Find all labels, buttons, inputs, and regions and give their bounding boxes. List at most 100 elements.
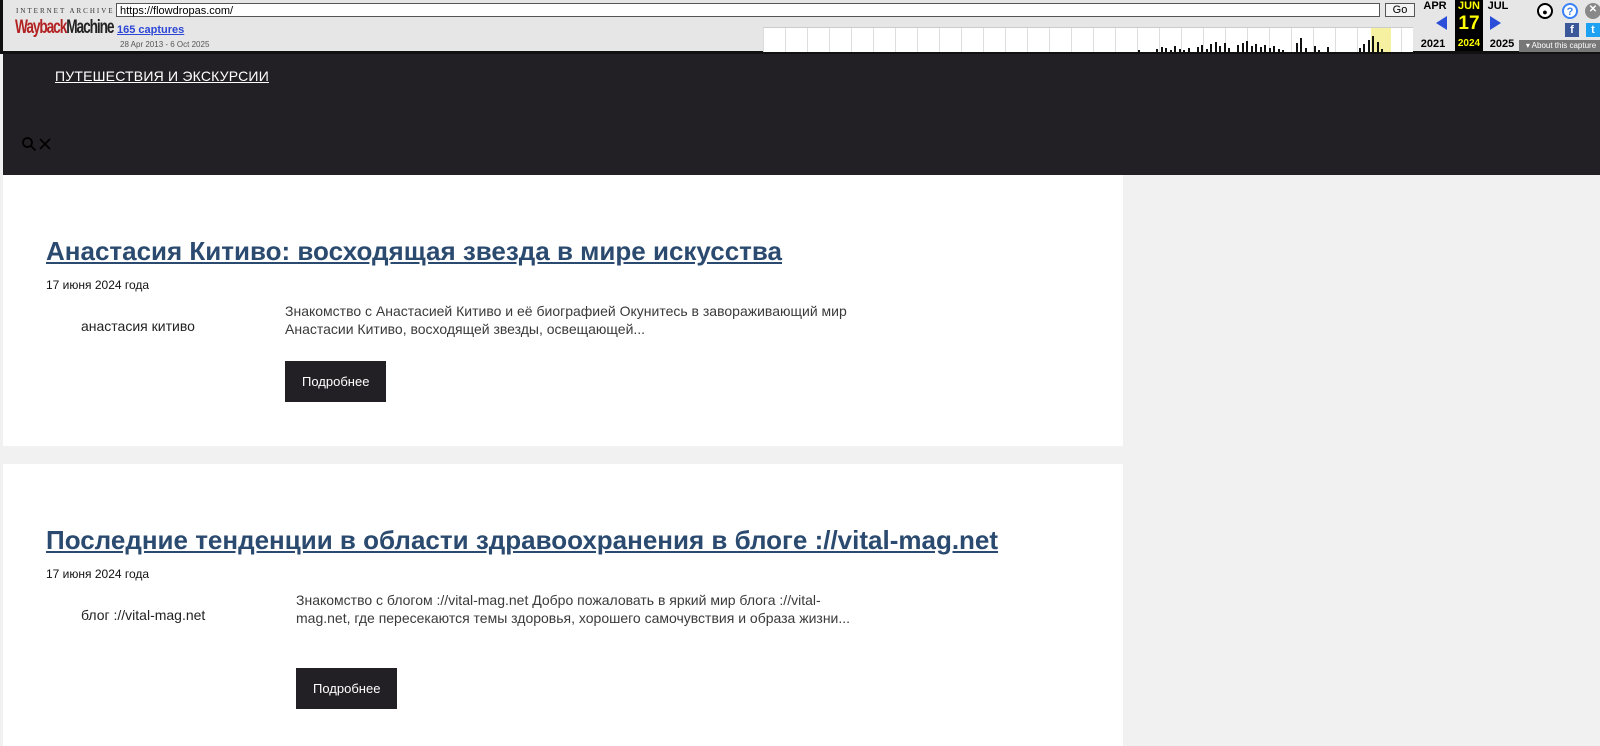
sparkline-year-divider (939, 28, 940, 52)
sparkline-bar (1201, 45, 1203, 52)
sparkline-bar (1255, 44, 1257, 52)
sparkline-bar (1363, 44, 1365, 52)
sparkline-bar (1327, 47, 1329, 52)
post-date: 17 июня 2024 года (46, 567, 150, 581)
sparkline-bar (1228, 48, 1230, 52)
wayback-logo-main: WaybackMachine (15, 17, 114, 38)
search-close-icon[interactable] (38, 136, 52, 152)
post-title[interactable]: Последние тенденции в области здравоохра… (46, 525, 998, 556)
help-icon[interactable]: ? (1562, 3, 1578, 19)
next-capture-arrow-icon[interactable] (1490, 16, 1501, 30)
sparkline-bar (1178, 49, 1181, 52)
post-image[interactable]: блог ://vital-mag.net (81, 607, 205, 623)
current-capture-date: JUN 17 2024 (1455, 0, 1483, 51)
current-year-label: 2024 (1457, 38, 1481, 49)
sparkline-year-divider (1071, 28, 1072, 52)
prev-month-label[interactable]: APR (1419, 0, 1451, 12)
sparkline-year-divider (829, 28, 830, 52)
sparkline-bar (1300, 38, 1302, 52)
sparkline-year-divider (1137, 28, 1138, 52)
sparkline-bar (1214, 42, 1217, 52)
sparkline-bar (1241, 43, 1244, 52)
current-month-label: JUN (1457, 0, 1480, 12)
sparkline-bar (1358, 48, 1361, 52)
sparkline-bar (1156, 49, 1158, 52)
sparkline-year-divider (851, 28, 852, 52)
sparkline-bar (1313, 46, 1316, 52)
sparkline-bar (1160, 47, 1163, 52)
captures-link[interactable]: 165 captures (117, 24, 184, 36)
site-header: ПУТЕШЕСТВИЯ И ЭКСКУРСИИ (3, 54, 1600, 175)
sparkline-year-divider (917, 28, 918, 52)
sparkline-bar (1367, 40, 1370, 52)
sparkline-bar (1138, 50, 1140, 52)
post-date: 17 июня 2024 года (46, 278, 150, 292)
twitter-icon[interactable]: t (1586, 23, 1600, 37)
sparkline-bar (1210, 44, 1212, 52)
wayback-logo[interactable]: INTERNET ARCHIVE WaybackMachine (13, 5, 114, 45)
current-day-label: 17 (1458, 13, 1480, 34)
sparkline-bar (1187, 48, 1190, 52)
sparkline-year-divider (807, 28, 808, 52)
sparkline-year-divider (1181, 28, 1182, 52)
sparkline-year-divider (895, 28, 896, 52)
post-excerpt: Знакомство с блогом ://vital-mag.net Доб… (296, 592, 851, 626)
capture-range: 28 Apr 2013 - 6 Oct 2025 (120, 40, 210, 49)
sparkline-bar (1205, 49, 1208, 52)
sparkline-year-divider (1291, 28, 1292, 52)
sparkline-bar (1237, 45, 1239, 52)
sparkline-bar (1277, 49, 1280, 52)
post-card: Анастасия Китиво: восходящая звезда в ми… (3, 175, 1123, 446)
sparkline-bar (1304, 48, 1307, 52)
capture-sparkline[interactable] (763, 27, 1413, 52)
prev-capture-arrow-icon[interactable] (1436, 16, 1447, 30)
sparkline-year-divider (763, 28, 764, 52)
sparkline-year-divider (1005, 28, 1006, 52)
sparkline-bar (1273, 46, 1275, 52)
sparkline-bar (1318, 50, 1320, 52)
post-card: Последние тенденции в области здравоохра… (3, 464, 1123, 746)
sparkline-bar (1219, 46, 1221, 52)
sparkline-bar (1183, 50, 1185, 52)
wayback-logo-top: INTERNET ARCHIVE (16, 7, 115, 15)
sparkline-bar (1376, 42, 1379, 52)
user-icon[interactable]: ● (1537, 3, 1553, 19)
sparkline-bar (1165, 48, 1167, 52)
read-more-button[interactable]: Подробнее (285, 361, 387, 402)
sparkline-bar (1264, 45, 1266, 52)
sparkline-bar (1246, 41, 1248, 52)
sparkline-year-divider (1401, 28, 1402, 52)
sparkline-bar (1169, 50, 1172, 52)
next-month-label[interactable]: JUL (1482, 0, 1514, 12)
sparkline-bar (1259, 47, 1262, 52)
about-capture-button[interactable]: ▾ About this capture (1519, 40, 1600, 52)
sparkline-year-divider (1203, 28, 1204, 52)
close-icon[interactable]: ✕ (1585, 3, 1600, 19)
sparkline-year-divider (983, 28, 984, 52)
sparkline-year-divider (1049, 28, 1050, 52)
sparkline-year-divider (1115, 28, 1116, 52)
post-title[interactable]: Анастасия Китиво: восходящая звезда в ми… (46, 236, 782, 267)
go-button[interactable]: Go (1385, 3, 1415, 17)
sparkline-bar (1223, 43, 1226, 52)
sparkline-year-divider (1093, 28, 1094, 52)
sparkline-bar (1174, 46, 1176, 52)
wayback-toolbar: INTERNET ARCHIVE WaybackMachine https://… (0, 0, 1600, 54)
next-year-label[interactable]: 2025 (1486, 38, 1518, 50)
sparkline-bar (1250, 46, 1253, 52)
post-image[interactable]: анастасия китиво (81, 318, 195, 334)
sparkline-year-divider (785, 28, 786, 52)
sparkline-bar (1268, 48, 1271, 52)
prev-year-label[interactable]: 2021 (1417, 38, 1449, 50)
sparkline-year-divider (1027, 28, 1028, 52)
search-icon[interactable] (21, 136, 37, 152)
wayback-url-input[interactable]: https://flowdropas.com/ (116, 3, 1380, 17)
read-more-button[interactable]: Подробнее (296, 668, 398, 709)
nav-link-travel[interactable]: ПУТЕШЕСТВИЯ И ЭКСКУРСИИ (55, 68, 269, 84)
facebook-icon[interactable]: f (1565, 23, 1579, 37)
post-excerpt: Знакомство с Анастасией Китиво и её биог… (285, 303, 847, 337)
sparkline-year-divider (961, 28, 962, 52)
sparkline-bar (1196, 47, 1199, 52)
sparkline-bar (1381, 49, 1383, 52)
sparkline-bar (1372, 36, 1374, 52)
